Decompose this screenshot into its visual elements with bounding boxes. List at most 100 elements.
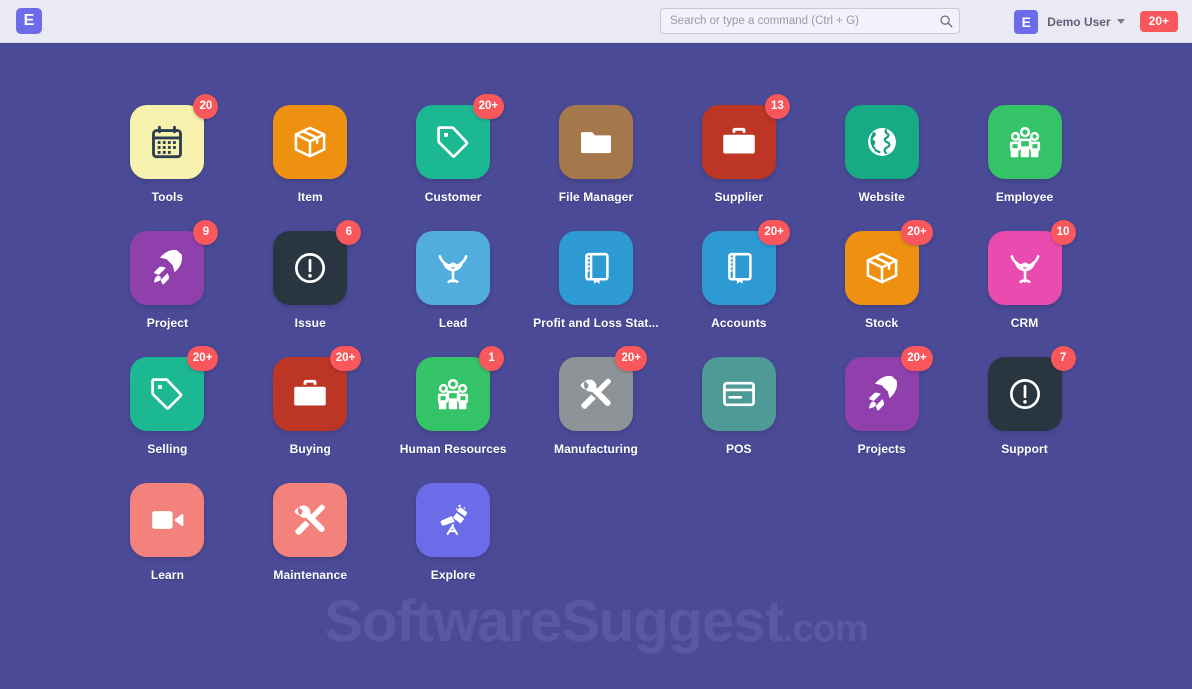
user-name-label[interactable]: Demo User: [1047, 15, 1110, 29]
module-badge: 20: [193, 94, 218, 119]
module-label: Human Resources: [400, 442, 507, 456]
module-badge: 20+: [758, 220, 790, 245]
notification-badge[interactable]: 20+: [1140, 11, 1178, 33]
module-badge: 20+: [473, 94, 505, 119]
globe-icon[interactable]: [845, 105, 919, 179]
module-badge: 7: [1051, 346, 1076, 371]
module-label: Accounts: [711, 316, 766, 330]
lead-icon[interactable]: [416, 231, 490, 305]
module-tile-issue[interactable]: 6Issue: [245, 231, 375, 330]
alert-circle-icon[interactable]: 7: [988, 357, 1062, 431]
module-label: Employee: [996, 190, 1054, 204]
tag-icon[interactable]: 20+: [416, 105, 490, 179]
module-tile-buying[interactable]: 20+ Buying: [245, 357, 375, 456]
desk-area: 20 Tools Item 20+ Customer File Manager 13 Supp…: [0, 43, 1192, 689]
watermark-main: SoftwareSuggest: [324, 589, 783, 654]
module-tile-human-resources[interactable]: 1 Human Resources: [388, 357, 518, 456]
module-badge: 20+: [187, 346, 219, 371]
module-tile-projects[interactable]: 20+ Projects: [817, 357, 947, 456]
module-label: Customer: [425, 190, 482, 204]
module-label: Stock: [865, 316, 898, 330]
ledger-icon[interactable]: 20+: [702, 231, 776, 305]
module-label: CRM: [1011, 316, 1039, 330]
watermark: SoftwareSuggest.com: [0, 588, 1192, 655]
module-tile-item[interactable]: Item: [245, 105, 375, 204]
module-label: Learn: [151, 568, 184, 582]
module-badge: 20+: [901, 346, 933, 371]
module-tile-profit-and-loss-stat[interactable]: Profit and Loss Stat...: [531, 231, 661, 330]
rocket-icon[interactable]: 9: [130, 231, 204, 305]
module-tile-lead[interactable]: Lead: [388, 231, 518, 330]
module-label: Tools: [152, 190, 184, 204]
module-tile-project[interactable]: 9 Project: [102, 231, 232, 330]
search-input[interactable]: [670, 15, 939, 27]
module-tile-maintenance[interactable]: Maintenance: [245, 483, 375, 582]
module-tile-pos[interactable]: POS: [674, 357, 804, 456]
rocket-icon[interactable]: 20+: [845, 357, 919, 431]
module-badge: 20+: [901, 220, 933, 245]
module-badge: 20+: [615, 346, 647, 371]
module-badge: 13: [765, 94, 790, 119]
watermark-tld: .com: [783, 608, 868, 650]
module-tile-explore[interactable]: Explore: [388, 483, 518, 582]
calendar-icon[interactable]: 20: [130, 105, 204, 179]
app-logo-letter: E: [24, 13, 35, 29]
box-icon[interactable]: 20+: [845, 231, 919, 305]
module-label: Supplier: [714, 190, 763, 204]
module-grid: 20 Tools Item 20+ Customer File Manager 13 Supp…: [96, 105, 1096, 582]
module-label: Project: [147, 316, 188, 330]
global-search[interactable]: [660, 8, 960, 34]
search-box[interactable]: [660, 8, 960, 34]
tag-icon[interactable]: 20+: [130, 357, 204, 431]
module-tile-supplier[interactable]: 13 Supplier: [674, 105, 804, 204]
module-badge: 10: [1051, 220, 1076, 245]
module-tile-selling[interactable]: 20+ Selling: [102, 357, 232, 456]
module-tile-file-manager[interactable]: File Manager: [531, 105, 661, 204]
module-badge: 20+: [330, 346, 362, 371]
module-tile-learn[interactable]: Learn: [102, 483, 232, 582]
tools-icon[interactable]: 20+: [559, 357, 633, 431]
tools-icon[interactable]: [273, 483, 347, 557]
module-tile-customer[interactable]: 20+ Customer: [388, 105, 518, 204]
module-tile-manufacturing[interactable]: 20+ Manufacturing: [531, 357, 661, 456]
module-tile-crm[interactable]: 10 CRM: [960, 231, 1090, 330]
folder-icon[interactable]: [559, 105, 633, 179]
people-icon[interactable]: 1: [416, 357, 490, 431]
video-icon[interactable]: [130, 483, 204, 557]
ledger-icon[interactable]: [559, 231, 633, 305]
module-label: Item: [298, 190, 323, 204]
avatar-letter: E: [1022, 14, 1031, 30]
module-label: Buying: [290, 442, 331, 456]
module-label: Website: [858, 190, 905, 204]
briefcase-icon[interactable]: 13: [702, 105, 776, 179]
navbar-right-group: E Demo User 20+: [1014, 0, 1178, 43]
module-label: Selling: [147, 442, 187, 456]
top-navbar: E E Demo User 20+: [0, 0, 1192, 43]
module-label: POS: [726, 442, 752, 456]
module-label: Explore: [431, 568, 476, 582]
lead-icon[interactable]: 10: [988, 231, 1062, 305]
avatar[interactable]: E: [1014, 10, 1038, 34]
module-label: Lead: [439, 316, 467, 330]
module-label: Manufacturing: [554, 442, 638, 456]
module-tile-support[interactable]: 7 Support: [960, 357, 1090, 456]
module-label: Support: [1001, 442, 1048, 456]
module-tile-employee[interactable]: Employee: [960, 105, 1090, 204]
search-icon[interactable]: [939, 14, 953, 28]
module-tile-website[interactable]: Website: [817, 105, 947, 204]
module-badge: 9: [193, 220, 218, 245]
module-tile-tools[interactable]: 20 Tools: [102, 105, 232, 204]
module-badge: 6: [336, 220, 361, 245]
module-tile-accounts[interactable]: 20+ Accounts: [674, 231, 804, 330]
telescope-icon[interactable]: [416, 483, 490, 557]
people-icon[interactable]: [988, 105, 1062, 179]
alert-circle-icon[interactable]: 6: [273, 231, 347, 305]
chevron-down-icon[interactable]: [1117, 19, 1125, 24]
box-icon[interactable]: [273, 105, 347, 179]
module-tile-stock[interactable]: 20+ Stock: [817, 231, 947, 330]
card-icon[interactable]: [702, 357, 776, 431]
module-label: Projects: [858, 442, 906, 456]
app-logo-button[interactable]: E: [16, 8, 42, 34]
module-label: Maintenance: [273, 568, 347, 582]
briefcase-icon[interactable]: 20+: [273, 357, 347, 431]
